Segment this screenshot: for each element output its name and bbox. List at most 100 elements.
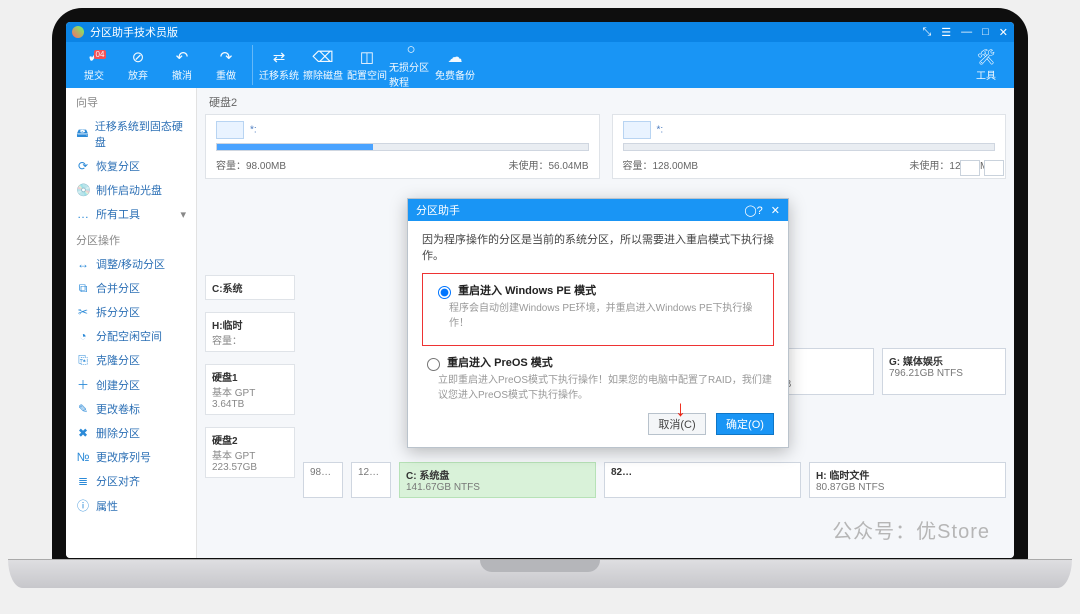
view-switcher[interactable] [960, 160, 1004, 176]
sidebar-item-克隆分区[interactable]: ⎘克隆分区 [66, 348, 196, 372]
option-winpe-highlight: 重启进入 Windows PE 模式 程序会自动创建Windows PE环境，并… [422, 273, 774, 346]
disk-summary[interactable]: H:临时容量： [205, 312, 295, 352]
disk-icon [623, 121, 651, 139]
sidebar-item-label: 分配空闲空间 [96, 328, 162, 344]
tools-icon: 🛠 [977, 49, 995, 65]
window-maximize-icon[interactable]: □ [982, 26, 989, 39]
window-close-icon[interactable]: ✕ [999, 26, 1008, 39]
toolbar-迁移系统-button[interactable]: ⇄迁移系统 [252, 45, 301, 85]
watermark-text: 公众号：优Store [832, 515, 990, 544]
sidebar-item-label: 属性 [96, 498, 118, 514]
sidebar-item-label: 拆分分区 [96, 304, 140, 320]
partition-tile[interactable]: G: 媒体娱乐796.21GB NTFS [882, 348, 1006, 395]
sidebar-item-拆分分区[interactable]: ✂ 拆分分区 [66, 300, 196, 324]
sidebar-item-调整/移动分区[interactable]: ↔ 调整/移动分区 [66, 252, 196, 276]
toolbar-badge: 04 [94, 50, 107, 59]
disk-card[interactable]: *:容量：128.00MB未使用：128.00MB [612, 114, 1007, 179]
免费备份-icon: ☁ [446, 49, 464, 65]
sidebar-item-label: 更改卷标 [96, 401, 140, 417]
chevron-down-icon: ▾ [180, 208, 186, 221]
sidebar-item-icon: ✖ [76, 426, 90, 440]
sidebar-item-迁移系统到固态硬盘[interactable]: 🖴迁移系统到固态硬盘 [66, 114, 196, 154]
partition-tile[interactable]: 82… [604, 462, 801, 498]
sidebar-item-制作启动光盘[interactable]: 💿制作启动光盘 [66, 178, 196, 202]
sidebar-item-label: 恢复分区 [96, 158, 140, 174]
disk-summary[interactable]: C:系统 [205, 275, 295, 300]
toolbar-放弃-button[interactable]: ⊘放弃 [116, 45, 160, 85]
sidebar-item-icon: ↔ [76, 257, 90, 271]
sidebar-item-icon: ⎘ [76, 353, 90, 368]
option-preos-radio[interactable] [427, 358, 440, 371]
sidebar-item-icon: ◔ [76, 329, 90, 343]
sidebar-item-合并分区[interactable]: ⧉合并分区 [66, 276, 196, 300]
toolbar-免费备份-button[interactable]: ☁免费备份 [433, 45, 477, 85]
sidebar-group-header: 向导 [66, 88, 196, 114]
window-minimize-icon[interactable]: — [961, 26, 972, 39]
disk-icon [216, 121, 244, 139]
toolbar-擦除磁盘-button[interactable]: ⌫擦除磁盘 [301, 45, 345, 85]
sidebar-item-label: 制作启动光盘 [96, 182, 162, 198]
main-toolbar: ✔提交04⊘放弃↶撤消↷重做⇄迁移系统⌫擦除磁盘◫配置空间○无损分区教程☁免费备… [66, 42, 1014, 88]
sidebar-item-icon: № [76, 450, 90, 464]
toolbar-提交-button[interactable]: ✔提交04 [72, 45, 116, 85]
sidebar-item-恢复分区[interactable]: ⟳ 恢复分区 [66, 154, 196, 178]
toolbar-tools-button[interactable]: 🛠 工具 [964, 45, 1008, 85]
window-restore-icon[interactable]: ⤡ [922, 26, 931, 39]
sidebar-item-label: 更改序列号 [96, 449, 151, 465]
sidebar-item-icon: ≣ [76, 474, 90, 488]
sidebar-item-icon: ✎ [76, 402, 90, 416]
cancel-button[interactable]: 取消(C) [648, 413, 706, 435]
disk-summary[interactable]: 硬盘1基本 GPT3.64TB [205, 364, 295, 415]
toolbar-配置空间-button[interactable]: ◫配置空间 [345, 45, 389, 85]
dialog-close-icon[interactable]: ✕ [771, 204, 780, 217]
ok-button[interactable]: 确定(O) [716, 413, 774, 435]
restart-mode-dialog: 分区助手 ◯? ✕ 因为程序操作的分区是当前的系统分区，所以需要进入重启模式下执… [407, 198, 789, 448]
sidebar-item-分配空闲空间[interactable]: ◔ 分配空闲空间 [66, 324, 196, 348]
无损分区教程-icon: ○ [402, 41, 420, 57]
sidebar-item-删除分区[interactable]: ✖ 删除分区 [66, 421, 196, 445]
window-menu-icon[interactable]: ☰ [941, 26, 951, 39]
擦除磁盘-icon: ⌫ [314, 49, 332, 65]
disk-card[interactable]: *:容量：98.00MB未使用：56.04MB [205, 114, 600, 179]
sidebar-item-更改序列号[interactable]: № 更改序列号 [66, 445, 196, 469]
partition-tile-small[interactable]: 12… [351, 462, 391, 498]
sidebar-item-label: 分区对齐 [96, 473, 140, 489]
toolbar-重做-button[interactable]: ↷重做 [204, 45, 248, 85]
sidebar: 向导🖴迁移系统到固态硬盘⟳恢复分区💿制作启动光盘…所有工具▾分区操作↔调整/移动… [66, 88, 197, 558]
sidebar-item-分区对齐[interactable]: ≣ 分区对齐 [66, 469, 196, 493]
disk-section-header: 硬盘2 [209, 94, 1006, 110]
option-preos[interactable]: 重启进入 PreOS 模式 [422, 357, 553, 369]
sidebar-item-label: 合并分区 [96, 280, 140, 296]
重做-icon: ↷ [217, 49, 235, 65]
app-logo-icon [72, 26, 84, 38]
toolbar-无损分区教程-button[interactable]: ○无损分区教程 [389, 45, 433, 85]
partition-tile[interactable]: H: 临时文件80.87GB NTFS [809, 462, 1006, 498]
sidebar-item-所有工具[interactable]: … 所有工具 ▾ [66, 202, 196, 226]
sidebar-item-label: 迁移系统到固态硬盘 [95, 118, 186, 150]
sidebar-item-icon: ＋ [76, 376, 90, 393]
sidebar-item-icon: ⓘ [76, 497, 90, 514]
sidebar-item-icon: ✂ [76, 305, 90, 319]
配置空间-icon: ◫ [358, 49, 376, 65]
sidebar-item-label: 所有工具 [96, 206, 140, 222]
sidebar-item-icon: ⟳ [76, 159, 90, 173]
dialog-help-icon[interactable]: ◯? [744, 204, 762, 217]
sidebar-item-label: 调整/移动分区 [96, 256, 165, 272]
main-panel: 硬盘2 *:容量：98.00MB未使用：56.04MB*:容量：128.00MB… [197, 88, 1014, 558]
放弃-icon: ⊘ [129, 49, 147, 65]
迁移系统-icon: ⇄ [270, 49, 288, 65]
option-winpe[interactable]: 重启进入 Windows PE 模式 [433, 285, 596, 297]
dialog-title: 分区助手 [416, 202, 460, 218]
sidebar-item-创建分区[interactable]: ＋创建分区 [66, 372, 196, 397]
sidebar-item-属性[interactable]: ⓘ 属性 [66, 493, 196, 518]
sidebar-item-更改卷标[interactable]: ✎ 更改卷标 [66, 397, 196, 421]
sidebar-item-icon: … [76, 207, 90, 221]
usage-bar [623, 143, 996, 151]
partition-tile-small[interactable]: 98… [303, 462, 343, 498]
disk-summary[interactable]: 硬盘2基本 GPT223.57GB [205, 427, 295, 478]
window-titlebar: 分区助手技术员版 ⤡ ☰ — □ ✕ [66, 22, 1014, 42]
sidebar-item-label: 删除分区 [96, 425, 140, 441]
partition-tile[interactable]: C: 系统盘141.67GB NTFS [399, 462, 596, 498]
toolbar-撤消-button[interactable]: ↶撤消 [160, 45, 204, 85]
option-winpe-radio[interactable] [438, 286, 451, 299]
